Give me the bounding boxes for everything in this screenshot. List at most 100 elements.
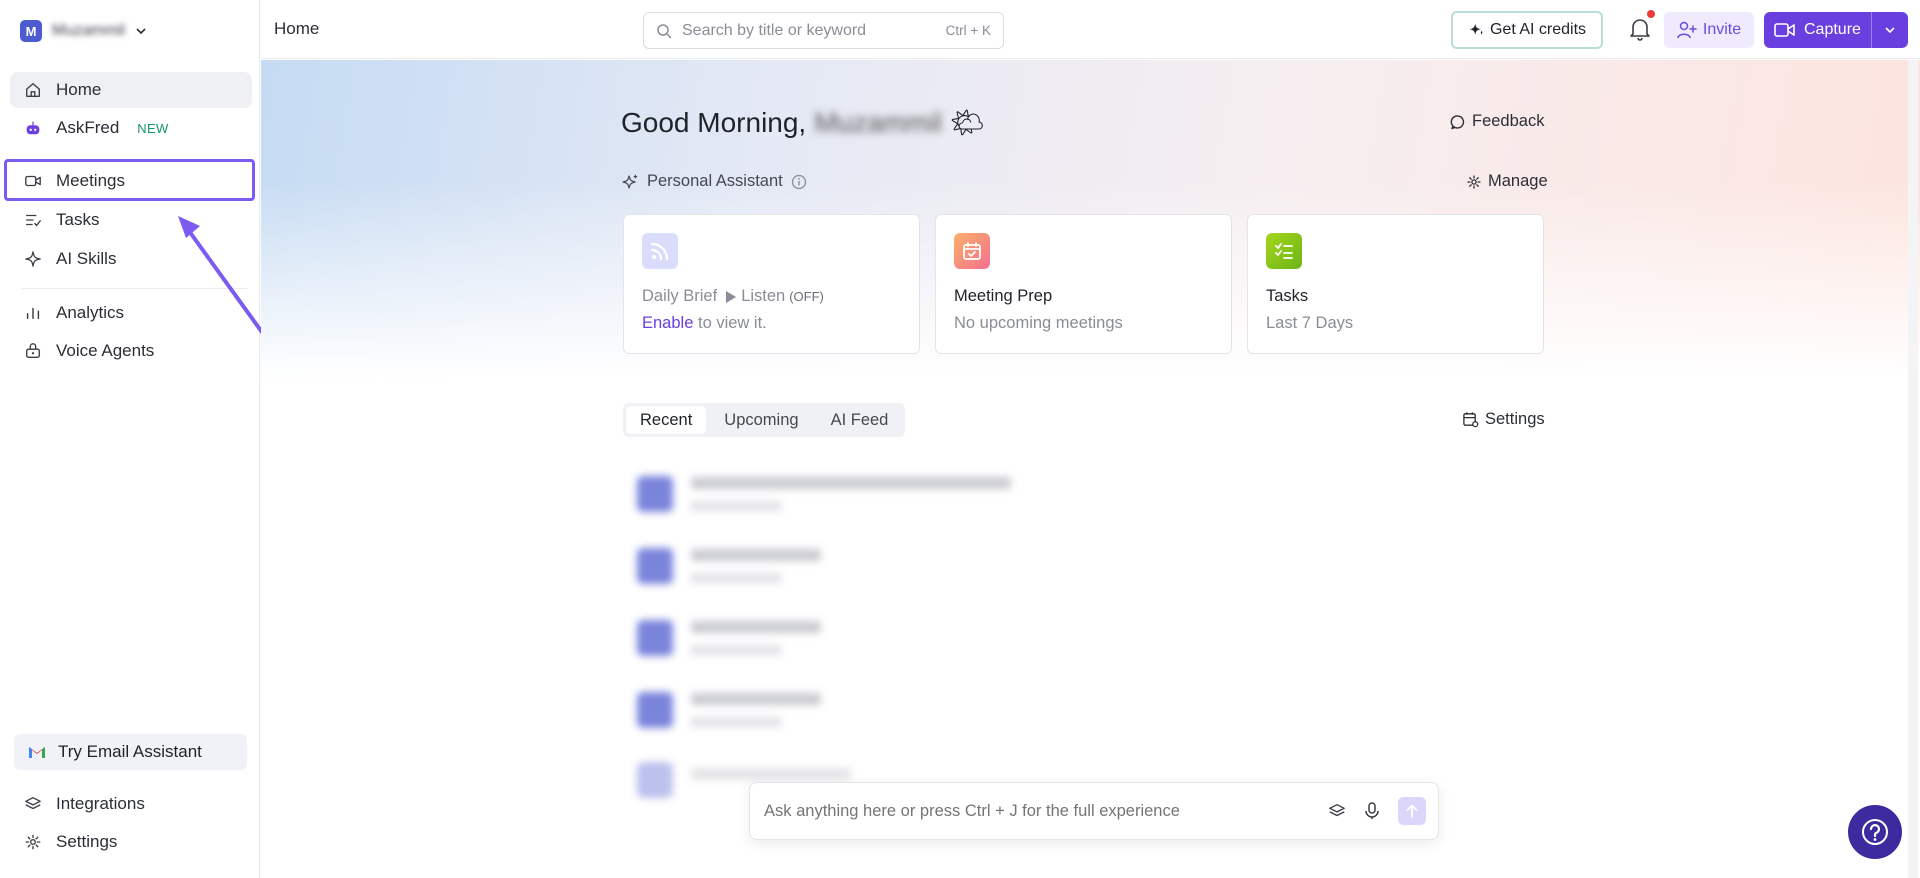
home-icon — [26, 83, 40, 97]
workspace-switcher[interactable]: M Muzammil — [20, 20, 147, 42]
credits-label: Get AI credits — [1489, 21, 1587, 38]
bar-chart-icon — [26, 307, 40, 320]
rss-icon — [642, 233, 678, 269]
daily-brief-label: Daily Brief — [642, 287, 718, 305]
main-content: Good Morning, Muzammil 🌤 Feedback Person… — [261, 60, 1920, 878]
ask-input[interactable] — [764, 801, 1324, 821]
sparkle-icon — [1469, 23, 1483, 35]
calendar-icon — [954, 233, 990, 269]
help-button[interactable] — [1848, 805, 1902, 859]
listen-status: (OFF) — [789, 289, 824, 304]
layers-icon — [25, 797, 41, 810]
scrollbar[interactable] — [1908, 60, 1918, 878]
user-name: Muzammil — [814, 106, 942, 138]
calendar-settings-icon — [1463, 412, 1479, 428]
chevron-down-icon — [136, 28, 146, 35]
invite-label: Invite — [1702, 21, 1742, 38]
chevron-down-icon — [1885, 27, 1895, 34]
sidebar-item-settings[interactable]: Settings — [10, 824, 252, 860]
info-icon[interactable] — [791, 174, 807, 190]
daily-brief-subtitle: Enable to view it. — [642, 314, 767, 333]
sparkle-icon — [622, 174, 638, 188]
tasks-subtitle: Last 7 Days — [1266, 314, 1354, 332]
blurred-meeting-list — [637, 462, 1157, 822]
robot-icon — [26, 121, 40, 135]
manage-label: Manage — [1488, 172, 1548, 190]
question-mark-icon — [1862, 819, 1888, 845]
sidebar-item-label: Voice Agents — [56, 341, 155, 360]
sidebar: M Muzammil Home AskFred NEW Meetings Tas… — [0, 0, 260, 878]
arrow-up-icon — [1406, 804, 1418, 818]
sidebar-item-integrations[interactable]: Integrations — [10, 786, 252, 822]
sparkle-icon — [25, 251, 41, 267]
sidebar-item-label: AskFred — [56, 118, 120, 137]
try-email-assistant-button[interactable]: Try Email Assistant — [14, 734, 247, 770]
sidebar-item-home[interactable]: Home — [10, 72, 252, 108]
breadcrumb: Home — [274, 19, 320, 38]
invite-button[interactable]: Invite — [1664, 12, 1754, 48]
daily-brief-card[interactable]: Daily Brief Listen (OFF) Enable to view … — [623, 214, 920, 354]
video-icon — [1774, 23, 1795, 37]
play-icon — [726, 290, 737, 303]
meetings-highlight-box — [4, 159, 255, 201]
sidebar-item-label: Analytics — [56, 303, 125, 322]
bell-icon[interactable] — [1627, 16, 1653, 42]
chat-bubble-icon — [1450, 114, 1465, 129]
feedback-button[interactable]: Feedback — [1450, 112, 1544, 131]
personal-assistant-label: Personal Assistant — [647, 172, 783, 190]
tab-ai-feed[interactable]: AI Feed — [817, 406, 903, 434]
tasks-title: Tasks — [1266, 287, 1309, 305]
list-settings-button[interactable]: Settings — [1462, 410, 1545, 429]
meeting-tabs: Recent Upcoming AI Feed — [623, 403, 906, 437]
greeting-text: Good Morning, — [621, 106, 807, 138]
top-header: Home Search by title or keyword Ctrl + K… — [261, 0, 1920, 59]
daily-brief-title: Daily Brief Listen (OFF) — [642, 287, 824, 306]
settings-label: Settings — [1485, 410, 1545, 428]
search-placeholder: Search by title or keyword — [682, 21, 867, 39]
gear-icon — [25, 834, 41, 850]
send-button[interactable] — [1398, 797, 1426, 825]
add-user-icon — [1677, 21, 1697, 39]
search-icon — [657, 23, 672, 38]
enable-link[interactable]: Enable — [642, 314, 693, 332]
capture-main[interactable]: Capture — [1764, 12, 1872, 48]
workspace-name: Muzammil — [52, 22, 125, 39]
capture-dropdown[interactable] — [1872, 24, 1908, 36]
meeting-prep-title: Meeting Prep — [954, 287, 1053, 305]
listen-toggle[interactable]: Listen (OFF) — [725, 287, 824, 306]
capture-button[interactable]: Capture — [1764, 12, 1908, 48]
tasks-icon — [26, 214, 41, 227]
gear-icon — [1467, 174, 1481, 189]
listen-label: Listen — [741, 287, 786, 305]
personal-assistant-heading: Personal Assistant — [621, 172, 807, 191]
capture-label: Capture — [1804, 21, 1861, 38]
voice-agent-icon — [26, 343, 40, 358]
list-item[interactable] — [637, 476, 1011, 512]
microphone-icon[interactable] — [1364, 802, 1380, 820]
tab-upcoming[interactable]: Upcoming — [710, 406, 812, 434]
meeting-prep-subtitle: No upcoming meetings — [954, 314, 1123, 332]
layers-icon[interactable] — [1328, 802, 1346, 820]
list-item[interactable] — [637, 548, 821, 584]
sidebar-item-label: Settings — [56, 832, 118, 851]
search-shortcut: Ctrl + K — [945, 23, 991, 38]
search-input[interactable]: Search by title or keyword Ctrl + K — [643, 12, 1004, 49]
greeting: Good Morning, Muzammil 🌤 — [621, 106, 985, 139]
feedback-label: Feedback — [1472, 112, 1545, 130]
sidebar-item-label: Integrations — [56, 794, 145, 813]
manage-button[interactable]: Manage — [1466, 172, 1548, 191]
tasks-card[interactable]: Tasks Last 7 Days — [1247, 214, 1544, 354]
new-badge: NEW — [137, 120, 169, 136]
sidebar-item-label: AI Skills — [56, 249, 117, 268]
daily-brief-subtitle-text: to view it. — [697, 314, 767, 332]
tab-recent[interactable]: Recent — [626, 406, 707, 434]
sidebar-item-label: Tasks — [56, 210, 100, 229]
list-item[interactable] — [637, 620, 821, 656]
checklist-icon — [1266, 233, 1302, 269]
weather-emoji: 🌤 — [949, 107, 986, 138]
meeting-prep-card[interactable]: Meeting Prep No upcoming meetings — [935, 214, 1232, 354]
get-ai-credits-button[interactable]: Get AI credits — [1451, 11, 1603, 49]
sidebar-item-askfred[interactable]: AskFred NEW — [10, 110, 252, 146]
notification-dot — [1647, 10, 1655, 18]
list-item[interactable] — [637, 692, 821, 728]
